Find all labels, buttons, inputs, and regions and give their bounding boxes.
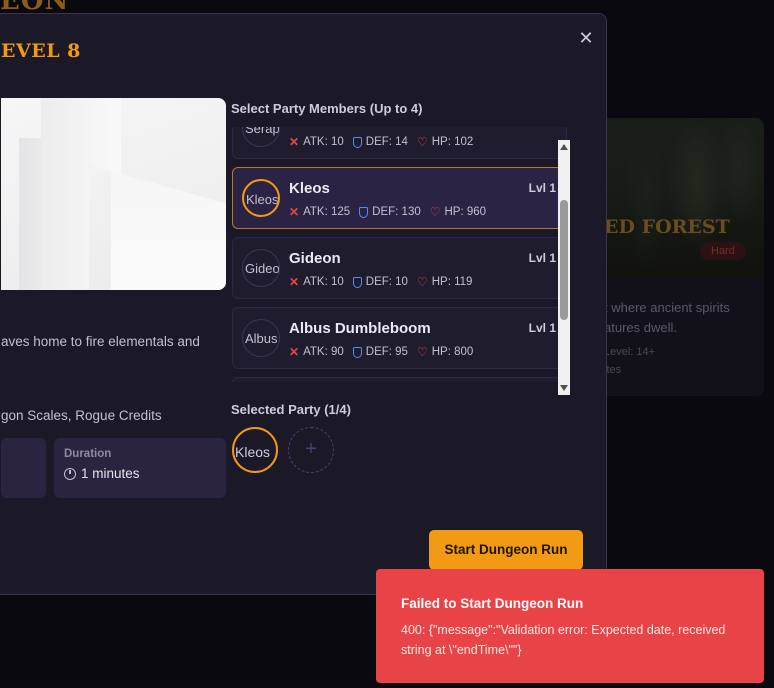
error-toast[interactable]: Failed to Start Dungeon Run 400: {"messa… [376, 569, 764, 683]
members-heading: Select Party Members (Up to 4) [231, 101, 423, 116]
member-level: Lvl 1 [528, 251, 556, 265]
toast-title: Failed to Start Dungeon Run [401, 596, 584, 611]
member-card[interactable]: Gideon Gideon Lvl 1 ✕ATK: 10 DEF: 10 ♡HP… [232, 237, 567, 299]
shield-icon [352, 276, 362, 288]
dungeon-rewards: gon Scales, Rogue Credits [1, 408, 162, 423]
heart-icon: ♡ [429, 205, 441, 219]
member-list-scrollbar[interactable] [558, 140, 570, 395]
heart-icon: ♡ [416, 135, 428, 149]
sword-icon: ✕ [289, 345, 300, 359]
member-level: Lvl 1 [528, 181, 556, 195]
dungeon-description: aves home to fire elementals and [1, 334, 200, 349]
shield-icon [352, 136, 362, 148]
scroll-down-arrow-icon[interactable] [560, 385, 568, 391]
member-card[interactable] [232, 377, 567, 382]
member-list[interactable]: Seraphina ✕ATK: 10 DEF: 14 ♡HP: 102 Kleo… [231, 127, 569, 382]
member-name: Kleos [289, 180, 330, 197]
close-icon: ✕ [578, 28, 594, 48]
scroll-thumb[interactable] [560, 200, 568, 320]
dungeon-card[interactable]: ED FOREST Hard t where ancient spirits a… [596, 118, 764, 396]
add-party-member-button[interactable]: + [288, 427, 334, 473]
member-name: Albus Dumbleboom [289, 320, 431, 337]
start-dungeon-button[interactable]: Start Dungeon Run [429, 530, 583, 570]
stat-box-level [1, 438, 46, 498]
member-card[interactable]: Albus Albus Dumbleboom Lvl 1 ✕ ATK: 90 DE… [232, 307, 567, 369]
clock-icon [64, 467, 76, 480]
avatar: Gideon [242, 249, 280, 287]
duration-label: Duration [64, 448, 112, 460]
heart-icon: ♡ [416, 275, 428, 289]
dungeon-image [1, 98, 226, 290]
sword-icon: ✕ [289, 135, 300, 149]
member-card[interactable]: Seraphina ✕ATK: 10 DEF: 14 ♡HP: 102 [232, 127, 567, 159]
heart-icon: ♡ [416, 345, 428, 359]
shield-icon [359, 206, 369, 218]
party-slot-avatar[interactable]: Kleos [232, 427, 278, 473]
avatar: Albus [242, 319, 280, 357]
avatar: Seraphina [242, 127, 280, 147]
sword-icon: ✕ [289, 275, 300, 289]
scroll-up-arrow-icon[interactable] [560, 144, 568, 150]
duration-value: 1 minutes [81, 466, 140, 481]
avatar: Kleos [242, 179, 280, 217]
stat-box-duration: Duration 1 minutes [54, 438, 226, 498]
dungeon-card-level: Level: 14+ [604, 346, 656, 358]
difficulty-badge: Hard [700, 242, 746, 260]
party-heading: Selected Party (1/4) [231, 402, 351, 417]
member-card-selected[interactable]: Kleos Kleos Lvl 1 ✕ ATK: 125 DEF: 130 ♡ HP… [232, 167, 567, 229]
member-level: Lvl 1 [528, 321, 556, 335]
dungeon-card-description: t where ancient spirits atures dwell. [604, 300, 730, 335]
toast-message: 400: {"message":"Validation error: Expec… [401, 623, 726, 657]
shield-icon [352, 346, 362, 358]
close-button[interactable]: ✕ [576, 28, 596, 48]
modal-title: EVEL 8 [1, 40, 81, 62]
member-name: Gideon [289, 250, 341, 267]
sword-icon: ✕ [289, 205, 300, 219]
dungeon-card-title: ED FOREST [604, 216, 730, 238]
dungeon-modal: EVEL 8 ✕ aves home to fire elementals an… [0, 13, 607, 595]
